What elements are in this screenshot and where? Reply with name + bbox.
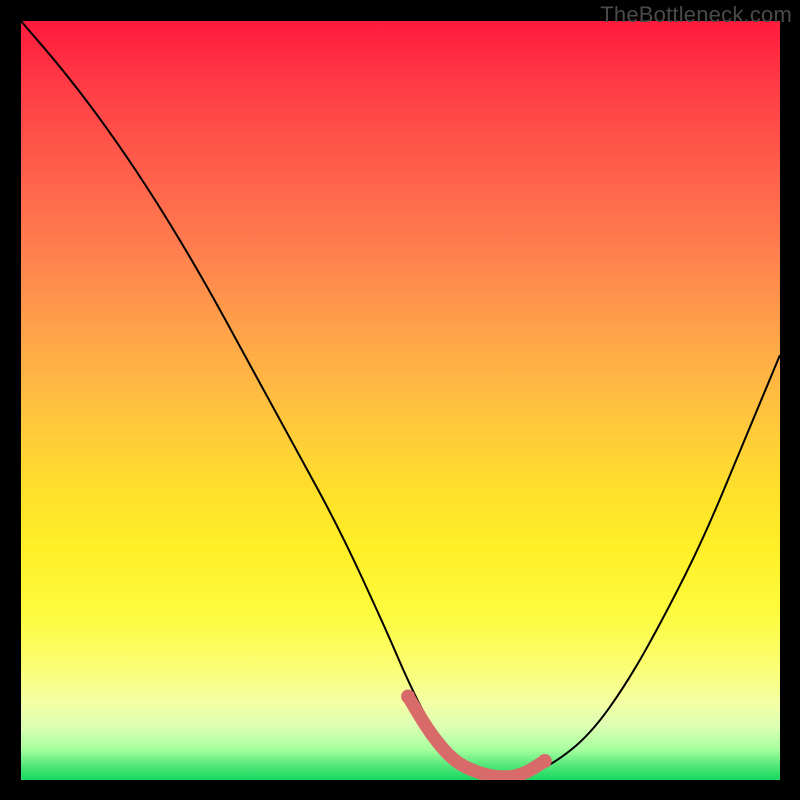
- optimal-marker-end-cap: [538, 754, 552, 768]
- chart-svg: [21, 21, 780, 780]
- optimal-marker-start-cap: [401, 690, 415, 704]
- watermark-text: TheBottleneck.com: [600, 2, 792, 28]
- chart-plot-area: [21, 21, 780, 780]
- bottleneck-curve: [21, 21, 780, 777]
- optimal-marker: [408, 697, 545, 777]
